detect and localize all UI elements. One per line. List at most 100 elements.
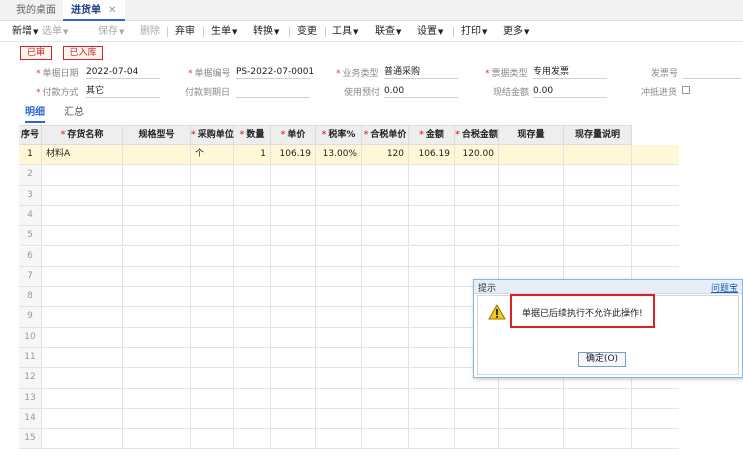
- table-cell[interactable]: [234, 287, 271, 307]
- table-cell[interactable]: [316, 429, 362, 449]
- table-cell[interactable]: [271, 205, 316, 226]
- table-cell[interactable]: [316, 266, 362, 287]
- table-cell[interactable]: [564, 165, 632, 185]
- table-row[interactable]: 4: [19, 205, 679, 227]
- table-cell[interactable]: [271, 287, 316, 307]
- table-cell[interactable]: [564, 185, 632, 205]
- table-cell[interactable]: [271, 226, 316, 246]
- table-cell[interactable]: [409, 408, 455, 429]
- table-cell[interactable]: [455, 165, 499, 185]
- table-cell[interactable]: [234, 165, 271, 185]
- table-cell[interactable]: [564, 246, 632, 266]
- table-cell[interactable]: [234, 246, 271, 266]
- table-cell[interactable]: [409, 205, 455, 226]
- table-cell[interactable]: [191, 246, 234, 266]
- table-cell[interactable]: [564, 145, 632, 165]
- table-cell[interactable]: [42, 408, 123, 429]
- table-cell[interactable]: [271, 429, 316, 449]
- table-cell[interactable]: [191, 287, 234, 307]
- table-cell[interactable]: [271, 327, 316, 347]
- toolbar-button-11[interactable]: 打印▼: [461, 22, 487, 42]
- table-cell[interactable]: [191, 266, 234, 287]
- table-cell[interactable]: [499, 226, 564, 246]
- table-cell[interactable]: [362, 327, 409, 347]
- table-cell[interactable]: [409, 246, 455, 266]
- table-cell[interactable]: [499, 145, 564, 165]
- table-cell[interactable]: [564, 205, 632, 226]
- table-cell[interactable]: [234, 368, 271, 388]
- table-row[interactable]: 5: [19, 226, 679, 247]
- table-cell[interactable]: [271, 368, 316, 388]
- table-cell[interactable]: [234, 307, 271, 327]
- table-cell[interactable]: [42, 226, 123, 246]
- pay-method-field[interactable]: 其它: [86, 85, 160, 98]
- tab-purchase-receipt[interactable]: 进货单 ✕: [63, 0, 125, 21]
- toolbar-button-6[interactable]: 转换▼: [253, 22, 279, 42]
- table-cell[interactable]: [271, 408, 316, 429]
- table-cell[interactable]: [362, 205, 409, 226]
- table-cell[interactable]: [499, 429, 564, 449]
- column-header[interactable]: * 金额: [409, 125, 455, 145]
- toolbar-button-1[interactable]: 选单▼: [42, 22, 68, 42]
- offset-checkbox[interactable]: [682, 86, 690, 94]
- table-cell[interactable]: 个: [191, 145, 234, 165]
- table-cell[interactable]: [271, 348, 316, 368]
- dialog-help-link[interactable]: 问题宝: [711, 281, 738, 294]
- table-cell[interactable]: [362, 246, 409, 266]
- table-cell[interactable]: [409, 266, 455, 287]
- table-cell[interactable]: [123, 287, 191, 307]
- table-cell[interactable]: [455, 388, 499, 408]
- table-cell[interactable]: [316, 287, 362, 307]
- column-header[interactable]: 规格型号: [123, 125, 191, 145]
- toolbar-button-10[interactable]: 设置▼: [417, 22, 443, 42]
- table-cell[interactable]: [362, 307, 409, 327]
- table-cell[interactable]: [123, 266, 191, 287]
- table-cell[interactable]: [271, 185, 316, 205]
- table-cell[interactable]: [316, 165, 362, 185]
- table-cell[interactable]: [362, 226, 409, 246]
- table-cell[interactable]: [271, 246, 316, 266]
- table-cell[interactable]: [271, 388, 316, 408]
- table-cell[interactable]: [42, 165, 123, 185]
- table-cell[interactable]: [316, 307, 362, 327]
- table-cell[interactable]: 120.00: [455, 145, 499, 165]
- table-cell[interactable]: [123, 145, 191, 165]
- column-header[interactable]: * 合税金额: [455, 125, 499, 145]
- table-row[interactable]: 13: [19, 388, 679, 409]
- table-cell[interactable]: [409, 287, 455, 307]
- tab-home[interactable]: 我的桌面: [16, 0, 56, 21]
- invoice-no-field[interactable]: [683, 66, 741, 79]
- table-cell[interactable]: [499, 165, 564, 185]
- table-cell[interactable]: [42, 266, 123, 287]
- table-cell[interactable]: [42, 205, 123, 226]
- table-cell[interactable]: [499, 246, 564, 266]
- biz-type-field[interactable]: 普通采购: [384, 66, 458, 79]
- table-cell[interactable]: [191, 165, 234, 185]
- invoice-type-field[interactable]: 专用发票: [533, 66, 607, 79]
- pay-due-field[interactable]: [236, 85, 310, 98]
- column-header[interactable]: 现存量: [499, 125, 564, 145]
- table-row[interactable]: 14: [19, 408, 679, 430]
- table-cell[interactable]: [362, 266, 409, 287]
- column-header[interactable]: 序号: [19, 125, 42, 145]
- table-cell[interactable]: [409, 388, 455, 408]
- table-cell[interactable]: [316, 388, 362, 408]
- table-cell[interactable]: [191, 185, 234, 205]
- table-cell[interactable]: [42, 429, 123, 449]
- table-cell[interactable]: [455, 185, 499, 205]
- table-cell[interactable]: [191, 226, 234, 246]
- table-cell[interactable]: [123, 408, 191, 429]
- table-cell[interactable]: [455, 226, 499, 246]
- table-cell[interactable]: [123, 185, 191, 205]
- table-cell[interactable]: [234, 327, 271, 347]
- table-row[interactable]: 3: [19, 185, 679, 206]
- table-cell[interactable]: [42, 388, 123, 408]
- table-cell[interactable]: 120: [362, 145, 409, 165]
- table-cell[interactable]: [409, 226, 455, 246]
- table-cell[interactable]: [123, 307, 191, 327]
- column-header[interactable]: * 采购单位: [191, 125, 234, 145]
- table-cell[interactable]: [123, 429, 191, 449]
- table-cell[interactable]: [409, 368, 455, 388]
- table-cell[interactable]: [316, 327, 362, 347]
- toolbar-button-9[interactable]: 联查▼: [375, 22, 401, 42]
